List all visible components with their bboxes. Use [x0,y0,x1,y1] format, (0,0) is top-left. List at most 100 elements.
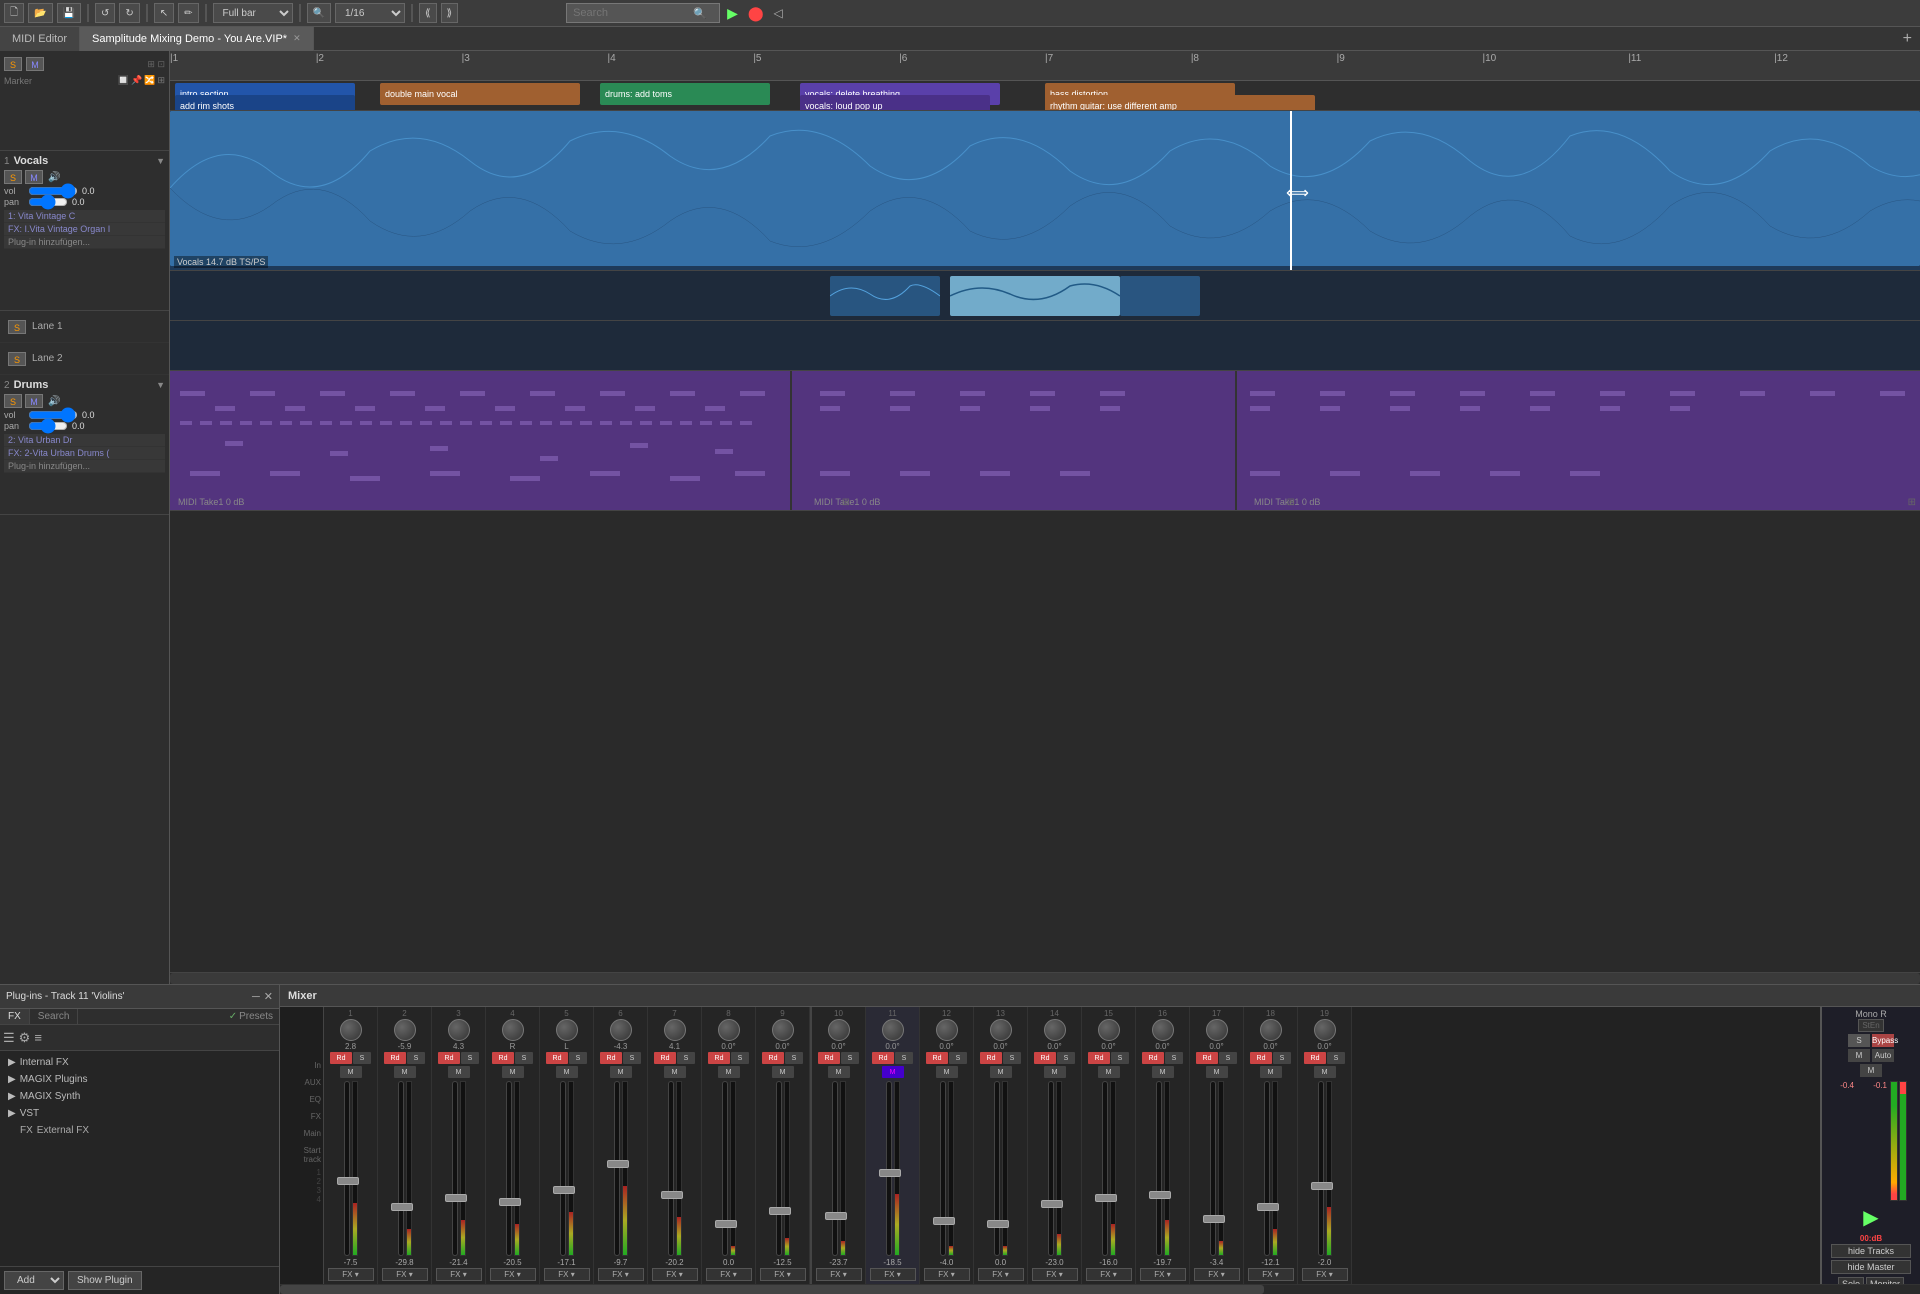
ch-fx-btn-8[interactable]: FX ▾ [706,1268,752,1281]
drums-expand3-icon[interactable]: ⊞ [842,497,850,508]
tree-vst-header[interactable]: ▶ VST [4,1106,275,1121]
master-s-btn[interactable]: S [1848,1034,1870,1047]
plugin-close-btn[interactable]: ✕ [264,990,273,1003]
loop-btn[interactable]: ◁ [771,6,786,20]
tree-external-fx[interactable]: FX External FX [4,1123,275,1138]
tab-midi-editor[interactable]: MIDI Editor [0,27,80,51]
ch-s-btn-4[interactable]: S [515,1052,533,1064]
ch-s-btn-5[interactable]: S [569,1052,587,1064]
ch-pan-knob-16[interactable] [1152,1019,1174,1041]
lane1-clip2[interactable] [950,276,1120,316]
record-btn[interactable]: ⬤ [745,5,767,22]
ch-mute-btn-2[interactable]: M [394,1066,416,1078]
ch-pan-knob-13[interactable] [990,1019,1012,1041]
drums-collapse[interactable]: ▼ [156,380,165,390]
undo-btn[interactable]: ↺ [95,3,115,23]
ch-s-btn-17[interactable]: S [1219,1052,1237,1064]
ch-pan-knob-6[interactable] [610,1019,632,1041]
draw-btn[interactable]: ✏ [178,3,198,23]
master-auto-btn[interactable]: Auto [1872,1049,1894,1062]
ch-fx-btn-10[interactable]: FX ▾ [816,1268,862,1281]
solo-btn[interactable]: Solo [1838,1277,1864,1284]
ch-pan-knob-12[interactable] [936,1019,958,1041]
ch-fader-handle-7[interactable] [661,1191,683,1199]
ch-fader-handle-5[interactable] [553,1186,575,1194]
ch-fx-btn-11[interactable]: FX ▾ [870,1268,916,1281]
ch-fx-btn-2[interactable]: FX ▾ [382,1268,428,1281]
ch-s-btn-10[interactable]: S [841,1052,859,1064]
bar-mode-select[interactable]: Full bar [213,3,293,23]
ch-pan-knob-8[interactable] [718,1019,740,1041]
drums-plugin2[interactable]: Plug-in hinzufügen... [4,460,165,473]
ch-s-btn-16[interactable]: S [1165,1052,1183,1064]
ch-fx-btn-19[interactable]: FX ▾ [1302,1268,1348,1281]
tree-internal-fx-header[interactable]: ▶ Internal FX [4,1055,275,1070]
lane1-clip1[interactable] [830,276,940,316]
play-btn[interactable]: ▶ [724,5,741,22]
hide-master-btn[interactable]: hide Master [1831,1260,1911,1274]
marker-icon-2[interactable]: 📌 [131,75,142,86]
marker-icon-3[interactable]: 🔀 [144,75,155,86]
ch-fader-handle-8[interactable] [715,1220,737,1228]
vocals-monitor[interactable]: 🔊 [48,172,60,183]
rewind-btn[interactable]: ⟪ [419,3,437,23]
ch-s-btn-2[interactable]: S [407,1052,425,1064]
marker-double-vocal[interactable]: double main vocal [380,83,580,105]
plugin-tool-2[interactable]: ⚙ [19,1030,31,1046]
tab-close-btn[interactable]: ✕ [293,33,301,44]
marker-vocals-pop[interactable]: vocals: loud pop up [800,95,990,111]
ch-s-btn-19[interactable]: S [1327,1052,1345,1064]
ch-fader-handle-13[interactable] [987,1220,1009,1228]
ch-rd-btn-17[interactable]: Rd [1196,1052,1218,1064]
mixer-scrollbar[interactable] [280,1284,1920,1294]
ch-fx-btn-15[interactable]: FX ▾ [1086,1268,1132,1281]
ch-s-btn-6[interactable]: S [623,1052,641,1064]
ch-rd-btn-16[interactable]: Rd [1142,1052,1164,1064]
plugin-tool-3[interactable]: ≡ [34,1030,42,1045]
ch-rd-btn-1[interactable]: Rd [330,1052,352,1064]
ch-s-btn-13[interactable]: S [1003,1052,1021,1064]
monitor-btn[interactable]: Monitor [1866,1277,1904,1284]
marker-rim[interactable]: add rim shots [175,95,355,111]
ch-pan-knob-2[interactable] [394,1019,416,1041]
ch-rd-btn-19[interactable]: Rd [1304,1052,1326,1064]
ch-fx-btn-12[interactable]: FX ▾ [924,1268,970,1281]
ch-s-btn-9[interactable]: S [785,1052,803,1064]
ch-mute-btn-13[interactable]: M [990,1066,1012,1078]
ch-mute-btn-8[interactable]: M [718,1066,740,1078]
ch-fader-handle-14[interactable] [1041,1200,1063,1208]
ch-pan-knob-5[interactable] [556,1019,578,1041]
plugin-add-select[interactable]: Add [4,1271,64,1290]
ch-pan-knob-4[interactable] [502,1019,524,1041]
lane2-s-btn[interactable]: S [8,352,26,366]
ch-rd-btn-13[interactable]: Rd [980,1052,1002,1064]
lane1-s-btn[interactable]: S [8,320,26,334]
ch-pan-knob-18[interactable] [1260,1019,1282,1041]
ch-pan-knob-15[interactable] [1098,1019,1120,1041]
ch-pan-knob-11[interactable] [882,1019,904,1041]
marker-drums-toms[interactable]: drums: add toms [600,83,770,105]
ch-fader-handle-9[interactable] [769,1207,791,1215]
playhead-cursor[interactable]: ⟺ [1286,183,1309,203]
ch-fx-btn-13[interactable]: FX ▾ [978,1268,1024,1281]
drums-monitor[interactable]: 🔊 [48,396,60,407]
plugin-tab-search[interactable]: Search [30,1009,79,1024]
ch-s-btn-12[interactable]: S [949,1052,967,1064]
search-input[interactable] [573,7,693,19]
ch-rd-btn-12[interactable]: Rd [926,1052,948,1064]
drums-m-btn[interactable]: M [25,394,43,408]
ch-s-btn-15[interactable]: S [1111,1052,1129,1064]
ch-mute-btn-11[interactable]: M [882,1066,904,1078]
ch-fx-btn-9[interactable]: FX ▾ [760,1268,806,1281]
ch-fx-btn-4[interactable]: FX ▾ [490,1268,536,1281]
ch-rd-btn-6[interactable]: Rd [600,1052,622,1064]
ch-fx-btn-17[interactable]: FX ▾ [1194,1268,1240,1281]
ch-mute-btn-15[interactable]: M [1098,1066,1120,1078]
open-btn[interactable]: 📂 [28,3,52,23]
ch-mute-btn-10[interactable]: M [828,1066,850,1078]
drums-s-btn[interactable]: S [4,394,22,408]
ch-s-btn-7[interactable]: S [677,1052,695,1064]
h-scrollbar-thumb[interactable] [170,973,1920,984]
master-bypass-btn[interactable]: Bypass [1872,1034,1894,1047]
ch-s-btn-1[interactable]: S [353,1052,371,1064]
